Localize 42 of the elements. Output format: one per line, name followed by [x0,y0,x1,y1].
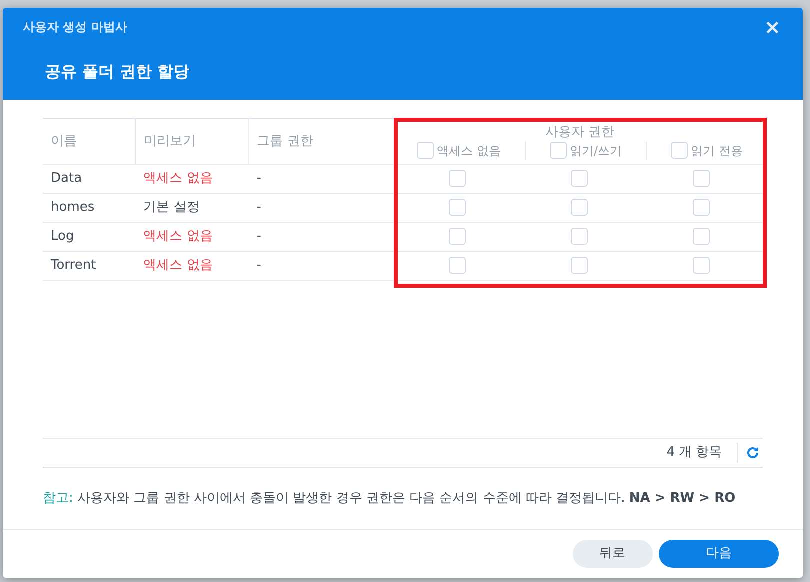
table-cell: 액세스 없음 [144,229,213,244]
checkbox[interactable] [693,257,710,274]
checkbox-label: 읽기 전용 [691,142,744,160]
checkbox[interactable] [550,142,567,159]
table-cell: 액세스 없음 [144,171,213,186]
table-cell: - [256,200,262,216]
checkbox[interactable] [693,199,710,216]
item-count: 4 개 항목 [666,444,724,462]
checkbox-label: 액세스 없음 [437,142,501,160]
next-button[interactable]: 다음 [659,540,779,568]
checkbox[interactable] [571,228,588,246]
column-header: 미리보기 [144,134,196,149]
table-cell: - [256,258,262,274]
checkbox[interactable] [693,228,710,246]
table-cell: 기본 설정 [144,200,200,216]
table-cell: 액세스 없음 [144,258,213,274]
checkbox[interactable] [693,170,710,188]
column-header: 이름 [51,134,77,149]
checkbox[interactable] [670,142,688,159]
column-header: 그룹 권한 [257,134,314,149]
checkbox[interactable] [571,170,588,188]
note-text: 참고: 사용자와 그룹 권한 사이에서 충돌이 발생한 경우 권한은 다음 순서의 수준에 따라 결정됩니다. NA > RW > RO [43,490,737,508]
table-cell: homes [51,200,95,216]
checkbox-label: 읽기/쓰기 [570,142,622,160]
step-title: 공유 폴더 권한 할당 [45,61,191,83]
checkbox[interactable] [571,199,588,216]
table-cell: Log [51,229,74,244]
column-group-header: 사용자 권한 [544,124,616,142]
table-cell: Torrent [51,258,96,274]
table-cell: - [256,229,262,244]
checkbox[interactable] [448,170,466,188]
checkbox[interactable] [416,142,434,159]
checkbox[interactable] [571,257,588,274]
window-title: 사용자 생성 마법사 [23,19,128,36]
table-cell: - [256,171,262,186]
checkbox[interactable] [448,257,466,274]
refresh-icon[interactable] [746,446,760,460]
checkbox[interactable] [448,199,466,216]
close-button[interactable]: × [762,17,783,37]
back-button[interactable]: 뒤로 [572,540,652,568]
checkbox[interactable] [448,228,466,246]
table-cell: Data [51,171,82,186]
